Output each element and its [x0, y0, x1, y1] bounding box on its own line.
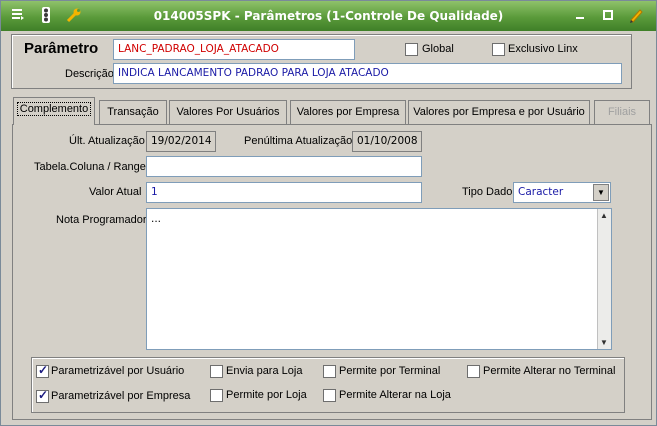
parametro-field[interactable]: LANC_PADRAO_LOJA_ATACADO [113, 39, 355, 60]
exclusivo-linx-label: Exclusivo Linx [508, 43, 578, 55]
pencil-icon[interactable] [627, 7, 645, 25]
permite-terminal-checkbox[interactable] [323, 365, 336, 378]
descricao-field[interactable]: INDICA LANCAMENTO PADRAO PARA LOJA ATACA… [113, 63, 622, 84]
penultima-atualizacao-field: 01/10/2008 [352, 131, 422, 152]
window: 014005SPK - Parâmetros (1-Controle De Qu… [0, 0, 657, 426]
ult-atualizacao-label: Últ. Atualização [69, 135, 145, 147]
param-empresa-label: Parametrizável por Empresa [51, 390, 191, 402]
tab-valores-empresa-usuario[interactable]: Valores por Empresa e por Usuário [408, 100, 590, 124]
tab-valores-por-empresa[interactable]: Valores por Empresa [290, 100, 406, 124]
tabela-coluna-label: Tabela.Coluna / Range [34, 161, 146, 173]
tab-complemento[interactable]: Complemento [13, 97, 95, 125]
descricao-label: Descrição [65, 68, 114, 80]
scroll-down-icon[interactable]: ▼ [600, 338, 608, 347]
permite-loja-label: Permite por Loja [226, 389, 307, 401]
param-usuario-label: Parametrizável por Usuário [51, 365, 185, 377]
permite-loja-checkbox[interactable] [210, 389, 223, 402]
tab-filiais[interactable]: Filiais [594, 100, 650, 124]
valor-atual-label: Valor Atual [89, 186, 142, 198]
global-checkbox[interactable] [405, 43, 418, 56]
ult-atualizacao-field: 19/02/2014 [146, 131, 216, 152]
permite-alterar-terminal-label: Permite Alterar no Terminal [483, 365, 616, 377]
envia-loja-checkbox[interactable] [210, 365, 223, 378]
exclusivo-linx-checkbox[interactable] [492, 43, 505, 56]
parametro-label: Parâmetro [24, 40, 99, 57]
minimize-icon[interactable] [571, 7, 589, 25]
penultima-atualizacao-label: Penúltima Atualização [244, 135, 353, 147]
chevron-down-icon[interactable]: ▼ [593, 184, 609, 201]
tab-complemento-label: Complemento [16, 102, 92, 116]
valor-atual-field[interactable]: 1 [146, 182, 422, 203]
param-usuario-checkbox[interactable] [36, 363, 49, 378]
tab-transacao-label: Transação [107, 106, 159, 118]
nota-programador-text: ... [151, 213, 162, 225]
nota-programador-memo[interactable]: ... ▲ ▼ [146, 208, 612, 350]
title-bar: 014005SPK - Parâmetros (1-Controle De Qu… [1, 1, 656, 31]
tab-transacao[interactable]: Transação [99, 100, 167, 124]
permite-alterar-terminal-checkbox[interactable] [467, 365, 480, 378]
tabela-coluna-field[interactable] [146, 156, 422, 177]
tab-valores-usuarios-label: Valores Por Usuários [176, 106, 280, 118]
permite-alterar-loja-checkbox[interactable] [323, 389, 336, 402]
tipo-dado-label: Tipo Dado [462, 186, 513, 198]
window-title: 014005SPK - Parâmetros (1-Controle De Qu… [153, 9, 504, 23]
maximize-icon[interactable] [599, 7, 617, 25]
tab-valores-empresa-label: Valores por Empresa [296, 106, 400, 118]
memo-scrollbar[interactable]: ▲ ▼ [597, 209, 611, 349]
scroll-up-icon[interactable]: ▲ [600, 211, 608, 220]
tab-valores-empresa-usuario-label: Valores por Empresa e por Usuário [413, 106, 585, 118]
tab-valores-por-usuarios[interactable]: Valores Por Usuários [169, 100, 287, 124]
tab-filiais-label: Filiais [607, 106, 637, 118]
envia-loja-label: Envia para Loja [226, 365, 303, 377]
nota-programador-label: Nota Programador [56, 214, 147, 226]
permite-alterar-loja-label: Permite Alterar na Loja [339, 389, 451, 401]
param-empresa-checkbox[interactable] [36, 388, 49, 403]
permite-terminal-label: Permite por Terminal [339, 365, 441, 377]
global-label: Global [422, 43, 454, 55]
